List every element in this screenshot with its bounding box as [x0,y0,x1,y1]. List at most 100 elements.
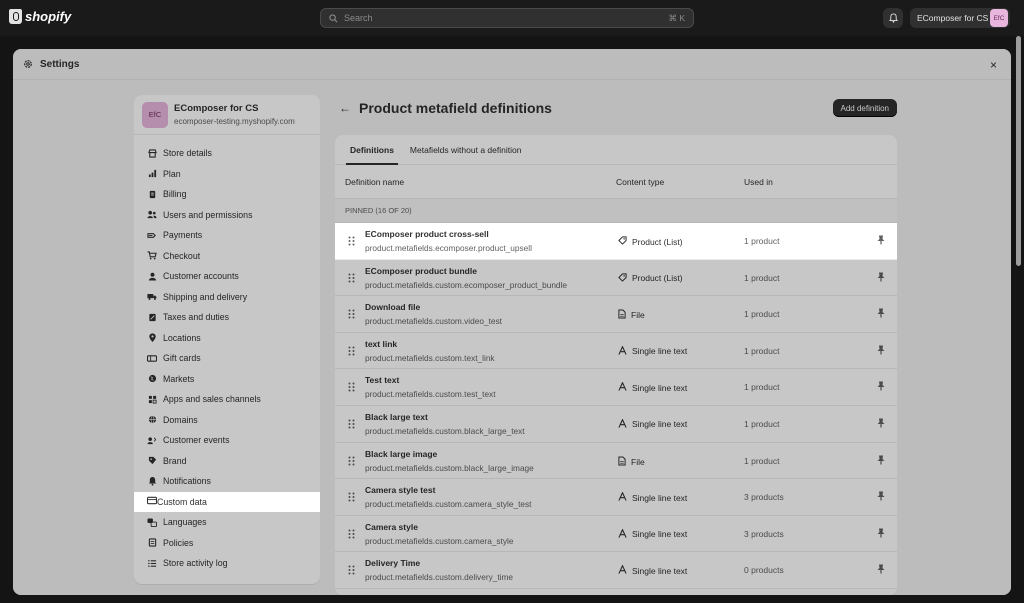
bell-icon [888,13,898,23]
pin-icon[interactable] [877,455,885,467]
used-in: 1 product [744,345,780,356]
main-content: ← Product metafield definitions Add defi… [335,95,897,595]
globe-icon [147,374,157,384]
table-row-highlight[interactable]: EComposer product cross-sell product.meta… [335,223,897,260]
drag-handle-icon[interactable] [348,419,355,431]
sidebar-item-plan[interactable]: Plan [134,164,320,185]
sidebar-item-languages[interactable]: Languages [134,512,320,533]
text-icon [618,528,627,540]
sidebar-item-shipping-and-delivery[interactable]: Shipping and delivery [134,287,320,308]
billing-icon [147,189,157,199]
definition-key: product.metafields.custom.ecomposer_prod… [365,279,568,290]
store-menu-button[interactable]: EComposer for CS EfC [910,8,1010,28]
sidebar-item-label: Languages [163,517,207,528]
drag-handle-icon[interactable] [348,309,355,321]
pin-icon[interactable] [877,491,885,503]
brand-name: shopify [25,9,72,24]
drag-handle-icon[interactable] [348,565,355,577]
bell-icon [147,476,157,486]
pin-icon[interactable] [877,235,885,247]
custom-data-icon [146,496,158,507]
sidebar-item-billing[interactable]: Billing [134,184,320,205]
column-header-name: Definition name [345,176,405,187]
sidebar-item-payments[interactable]: Payments [134,225,320,246]
definition-name: Camera style test [365,485,436,496]
drag-handle-icon[interactable] [348,492,355,504]
sidebar-item-brand[interactable]: Brand [134,451,320,472]
notifications-button[interactable] [883,8,903,28]
definition-name: Black large text [365,411,428,422]
store-icon [147,148,157,158]
definition-name: Test text [365,375,400,386]
pin-icon[interactable] [877,564,885,576]
pin-icon[interactable] [877,272,885,284]
back-arrow-icon[interactable]: ← [339,101,351,115]
definition-name: Camera style [365,521,418,532]
table-row[interactable]: Delivery Time product.metafields.custom.d… [335,552,897,589]
search-bar[interactable]: Search ⌘ K [320,8,694,28]
sidebar-item-custom-data-highlight[interactable]: Custom data [134,491,320,512]
sidebar-item-store-details[interactable]: Store details [134,143,320,164]
close-icon[interactable]: × [990,58,997,72]
pin-icon[interactable] [877,381,885,393]
definition-key: product.metafields.custom.camera_style_t… [365,499,532,510]
definition-name: Delivery Time [365,558,421,569]
table-row[interactable]: Camera style product.metafields.custom.ca… [335,515,897,553]
definition-name: text link [365,338,398,349]
drag-handle-icon[interactable] [348,456,355,468]
sidebar-item-users-and-permissions[interactable]: Users and permissions [134,205,320,226]
table-row[interactable]: Camera style test product.metafields.cust… [335,479,897,516]
sidebar-item-checkout[interactable]: Checkout [134,246,320,267]
definition-key: product.metafields.custom.black_large_im… [365,462,534,473]
sidebar-item-apps-and-sales-channels[interactable]: Apps and sales channels [134,389,320,410]
drag-handle-icon[interactable] [348,346,355,358]
sidebar-item-customer-events[interactable]: Customer events [134,430,320,451]
table-row[interactable]: Download file product.metafields.custom.v… [335,296,897,333]
pin-icon[interactable] [877,345,885,357]
drag-handle-icon[interactable] [348,273,355,285]
drag-handle-icon[interactable] [348,529,355,541]
sidebar-item-locations[interactable]: Locations [134,328,320,349]
shopify-logo[interactable]: shopify [9,9,71,24]
search-placeholder: Search [344,13,373,23]
sidebar-item-notifications[interactable]: Notifications [134,471,320,492]
sidebar-store-header[interactable]: EfC EComposer for CS ecomposer-testing.m… [134,95,320,135]
pin-icon[interactable] [877,418,885,430]
content-type-label: Single line text [632,419,688,430]
scrollbar[interactable] [1016,36,1021,266]
used-in: 0 products [744,565,784,576]
add-definition-button[interactable]: Add definition [832,99,897,117]
sidebar-item-gift-cards[interactable]: Gift cards [134,348,320,369]
sidebar-item-domains[interactable]: Domains [134,410,320,431]
column-header-type: Content type [616,176,665,187]
table-row[interactable]: Test text product.metafields.custom.test_… [335,369,897,406]
sidebar-item-label: Notifications [163,476,211,487]
sidebar-item-taxes-and-duties[interactable]: Taxes and duties [134,307,320,328]
tax-icon [147,312,157,322]
tab-metafields-without-definition[interactable]: Metafields without a definition [403,135,529,165]
sidebar-item-label: Checkout [163,250,201,261]
table-row[interactable]: Black large image product.metafields.cust… [335,442,897,480]
table-row[interactable]: EComposer product bundle product.metafiel… [335,259,897,297]
search-icon [329,13,338,22]
top-bar: shopify Search ⌘ K EComposer for CS EfC [0,0,1024,36]
sidebar-item-policies[interactable]: Policies [134,533,320,554]
content-type: Single line text [618,528,687,540]
sidebar-item-customer-accounts[interactable]: Customer accounts [134,266,320,287]
drag-handle-icon[interactable] [348,236,355,248]
sidebar-store-name: EComposer for CS [174,103,259,114]
content-type-label: Product (List) [632,273,683,284]
drag-handle-icon[interactable] [348,382,355,394]
pin-icon[interactable] [877,308,885,320]
sidebar-item-label: Locations [163,332,201,343]
table-row[interactable]: Black large text product.metafields.custo… [335,405,897,443]
content-type-label: File [631,456,645,467]
table-row[interactable]: text link product.metafields.custom.text_… [335,332,897,370]
sidebar-item-store-activity-log[interactable]: Store activity log [134,553,320,574]
sidebar-item-markets[interactable]: Markets [134,369,320,390]
text-icon [618,345,627,357]
tab-definitions[interactable]: Definitions [343,135,401,165]
policies-icon [147,538,157,548]
apps-icon [147,394,157,404]
pin-icon[interactable] [877,528,885,540]
